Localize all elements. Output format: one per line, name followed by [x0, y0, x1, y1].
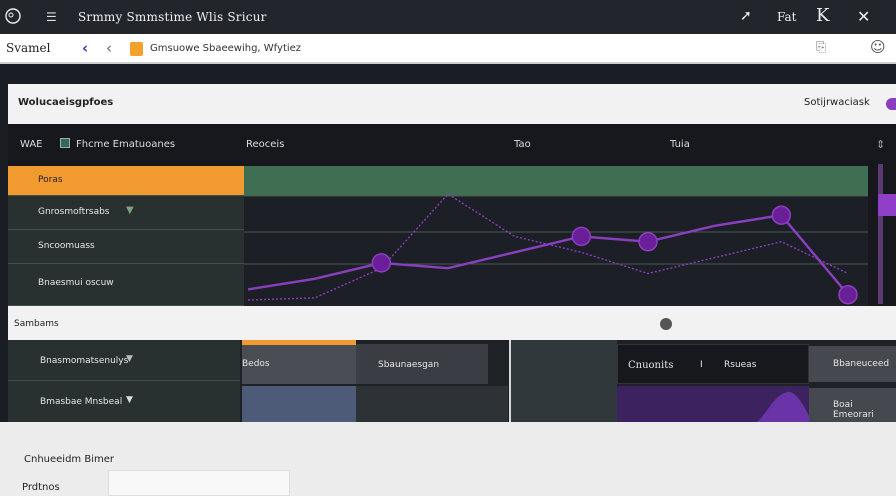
right-cell[interactable]: Bbaneuceed [809, 346, 896, 382]
app-logo-icon[interactable] [4, 7, 22, 25]
line-chart[interactable] [244, 166, 868, 306]
series-line[interactable] [247, 193, 849, 301]
right-cell-label: Bbaneuceed [833, 359, 890, 369]
k-tool-icon[interactable]: K [816, 5, 829, 26]
tab-bedos[interactable]: Bedos [242, 340, 356, 384]
footer-panel: Cnhueeidm Bimer Prdtnos [0, 422, 896, 496]
back-icon[interactable]: ‹ [82, 39, 88, 57]
cell-label: Sbaunaesgan [378, 360, 440, 370]
grid-icon [60, 138, 70, 148]
column-header-tao[interactable]: Tao [514, 139, 531, 150]
row-label: Bnaesmui oscuw [38, 278, 114, 288]
lower-cell[interactable]: Sbaunaesgan [356, 344, 488, 384]
scroll-arrows-icon[interactable]: ⇕ [876, 138, 885, 151]
menu-icon[interactable]: ☰ [46, 10, 57, 24]
data-point[interactable] [571, 226, 592, 247]
column-header-reoceis[interactable]: Reoceis [246, 139, 284, 150]
panel-toggle[interactable] [886, 98, 896, 110]
title-bar: ☰ Srmmy Smmstime Wlis Sricur ➚ Fat K ✕ [0, 0, 896, 34]
row-label: Gnrosmoftrsabs [38, 207, 110, 217]
chart-area [244, 166, 868, 306]
tab-label: Bedos [242, 359, 270, 369]
pointer-tool-icon[interactable]: ➚ [740, 8, 752, 24]
chevron-down-icon[interactable]: ▼ [126, 354, 133, 364]
column-header-wae[interactable]: WAE [20, 139, 43, 150]
column-header-row: WAE Fhcme Ematuoanes Reoceis Tao Tuia [8, 124, 868, 166]
forward-icon[interactable]: ‹ [106, 39, 112, 57]
row-label: Poras [38, 175, 63, 185]
column-header-name[interactable]: Fhcme Ematuoanes [76, 139, 175, 150]
data-point[interactable] [638, 231, 658, 252]
chevron-down-icon[interactable]: ▼ [126, 205, 134, 216]
scroll-track[interactable] [878, 164, 883, 304]
lower-cell[interactable] [511, 340, 617, 422]
toggle-label: Sotijrwaciask [804, 97, 870, 108]
page-favicon-icon [130, 42, 143, 56]
row-item[interactable]: Bnaesmui oscuw [8, 264, 244, 306]
data-point[interactable] [771, 205, 792, 225]
contents-value: Rsueas [724, 360, 757, 370]
contents-separator: I [700, 360, 703, 370]
footer-label: Prdtnos [22, 482, 60, 493]
data-point[interactable] [371, 253, 392, 273]
row-item[interactable]: Gnrosmoftrsabs ▼ [8, 196, 244, 230]
site-label[interactable]: Svamel [6, 41, 50, 55]
lower-cell[interactable] [242, 386, 356, 422]
data-point[interactable] [838, 284, 858, 305]
panel-title: Wolucaeisgpfoes [18, 97, 114, 108]
address-bar: Svamel ‹ ‹ Gmsuowe Sbaeewihg, Wfytiez ⎘ … [0, 34, 896, 64]
vertical-scrollbar[interactable]: ⇕ [868, 124, 896, 306]
lower-row-label: Bnasmomatsenulys [40, 356, 129, 366]
lower-grid: Bnasmomatsenulys ▼ Bmasbae Mnsbeal ▼ Bed… [8, 340, 896, 422]
footer-heading: Cnhueeidm Bimer [24, 454, 114, 465]
lower-cell[interactable] [356, 386, 508, 422]
close-icon[interactable]: ✕ [857, 7, 870, 26]
preview-wave-icon [757, 391, 809, 422]
separator-strip [0, 66, 896, 84]
lower-preview [617, 386, 809, 422]
contents-label: Cnuonits [628, 360, 674, 371]
section-header: Sambams [8, 306, 896, 340]
section-title: Sambams [14, 319, 59, 329]
lower-row-item[interactable]: Bmasbae Mnsbeal ▼ [8, 381, 240, 422]
lower-row-label: Bmasbae Mnsbeal [40, 397, 123, 407]
row-item-selected[interactable]: Poras [8, 166, 244, 196]
panel-header: Wolucaeisgpfoes Sotijrwaciask [8, 84, 896, 124]
column-header-tuia[interactable]: Tuia [670, 139, 690, 150]
window-title: Srmmy Smmstime Wlis Sricur [78, 10, 267, 24]
profile-icon[interactable]: ☺ [870, 38, 886, 56]
status-dot-icon[interactable] [660, 318, 672, 330]
toolbar-label[interactable]: Fat [777, 10, 797, 24]
footer-input[interactable] [108, 470, 290, 496]
series-line[interactable] [247, 213, 849, 296]
address-field[interactable]: Gmsuowe Sbaeewihg, Wfytiez [150, 43, 301, 54]
share-icon[interactable]: ⎘ [816, 40, 826, 55]
right-cell[interactable]: Boai Emeorari [809, 388, 896, 422]
chevron-down-icon[interactable]: ▼ [126, 395, 133, 405]
scroll-thumb[interactable] [878, 194, 896, 216]
row-label: Sncoomuass [38, 241, 95, 251]
right-cell-label: Boai Emeorari [833, 400, 874, 420]
contents-field[interactable]: Cnuonits I Rsueas [617, 344, 809, 384]
lower-row-item[interactable]: Bnasmomatsenulys ▼ [8, 340, 240, 381]
row-item[interactable]: Sncoomuass [8, 230, 244, 264]
